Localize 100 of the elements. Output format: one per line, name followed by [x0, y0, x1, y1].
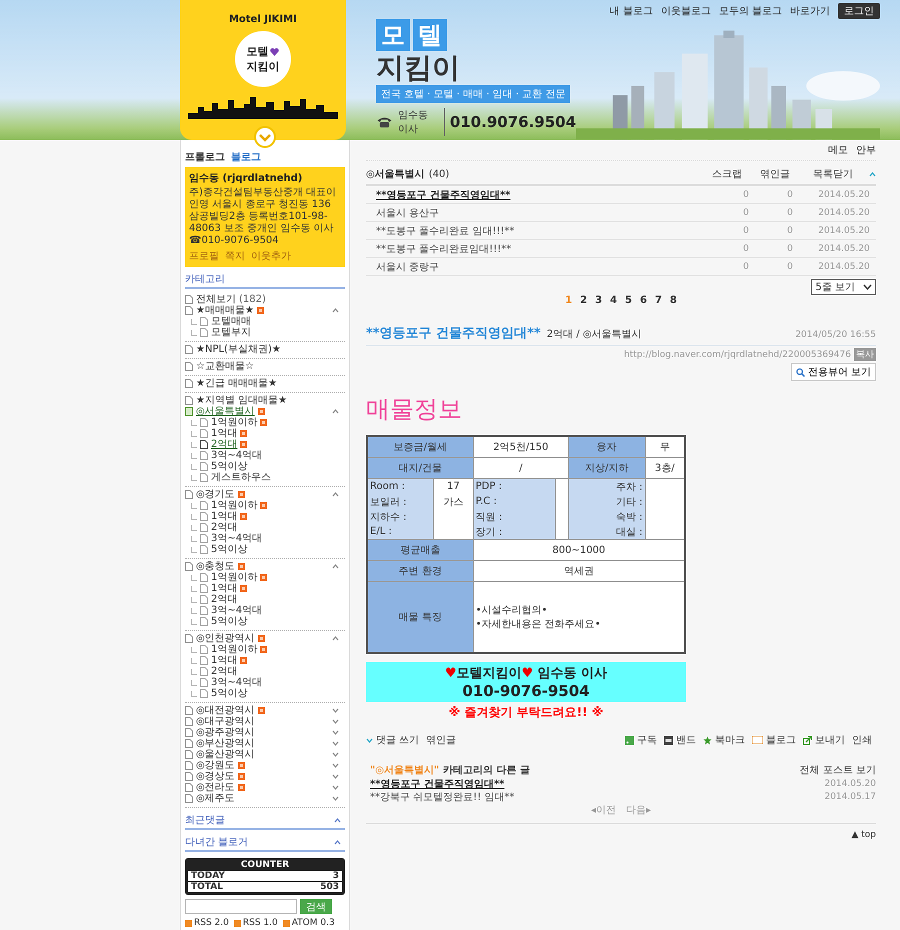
category-link[interactable]: 1억대	[211, 511, 238, 522]
profile-link[interactable]: 이웃추가	[251, 249, 291, 263]
category-link[interactable]: ◎울산광역시	[196, 749, 255, 760]
chevron-down-icon[interactable]	[332, 741, 339, 746]
category-link[interactable]: ◎제주도	[196, 793, 235, 804]
action-link[interactable]: 블로그	[766, 733, 796, 747]
action-link[interactable]: 보내기	[815, 733, 845, 747]
page-link[interactable]: 2	[580, 295, 588, 306]
category-link[interactable]: 5억이상	[211, 616, 248, 627]
category-link[interactable]: ☆교환매물☆	[196, 361, 254, 372]
chevron-up-icon[interactable]	[332, 409, 339, 414]
search-field[interactable]	[185, 899, 297, 914]
post-title-link[interactable]: **영등포구 건물주직영임대**	[370, 776, 504, 790]
category-link[interactable]: ★지역별 임대매물★	[196, 395, 288, 406]
chevron-up-icon[interactable]	[332, 492, 339, 497]
category-link[interactable]: 3억~4억대	[211, 677, 262, 688]
category-link[interactable]: ◎강원도	[196, 760, 235, 771]
category-link[interactable]: ◎부산광역시	[196, 738, 255, 749]
category-link[interactable]: ◎전라도	[196, 782, 235, 793]
chevron-down-icon[interactable]	[332, 774, 339, 779]
top-link[interactable]: 안부	[856, 143, 876, 157]
category-link[interactable]: 1억대	[211, 583, 238, 594]
category-link[interactable]: 1억원이하	[211, 417, 258, 428]
chevron-down-icon[interactable]	[332, 708, 339, 713]
profile-link[interactable]: 쪽지	[225, 249, 245, 263]
comment-link[interactable]: 엮인글	[426, 733, 456, 747]
category-link[interactable]: 1억대	[211, 428, 238, 439]
chevron-up-icon[interactable]	[334, 840, 341, 844]
comment-link[interactable]: 댓글 쓰기	[376, 733, 420, 747]
page-link[interactable]: 4	[610, 295, 617, 306]
category-link[interactable]: ◎인천광역시	[196, 633, 255, 644]
chevron-up-icon[interactable]	[332, 308, 339, 313]
top-nav-link[interactable]: 모두의 블로그	[718, 4, 782, 18]
top-link[interactable]: 메모	[828, 143, 848, 157]
chevron-down-icon[interactable]	[332, 785, 339, 790]
page-link[interactable]: 8	[670, 295, 677, 306]
viewer-button[interactable]: 전용뷰어 보기	[790, 363, 876, 381]
close-list-link[interactable]: 목록닫기	[801, 167, 865, 181]
category-link[interactable]: 2억대	[211, 594, 238, 605]
sidebar-tab[interactable]: 프롤로그	[185, 150, 225, 164]
category-link[interactable]: 2억대	[211, 439, 238, 450]
category-link[interactable]: 5억이상	[211, 461, 248, 472]
page-link[interactable]: 5	[625, 295, 632, 306]
chevron-down-icon[interactable]	[254, 126, 276, 148]
chevron-down-icon[interactable]	[332, 763, 339, 768]
category-link[interactable]: 1억대	[211, 655, 238, 666]
category-link[interactable]: 모텔매매	[211, 316, 251, 327]
top-nav-link[interactable]: 바로가기	[790, 4, 830, 18]
category-link[interactable]: 1억원이하	[211, 500, 258, 511]
top-nav-link[interactable]: 이웃블로그	[660, 4, 711, 18]
post-title-link[interactable]: **강북구 쉬모텔정완료!! 임대**	[370, 790, 514, 804]
category-link[interactable]: ◎경상도	[196, 771, 235, 782]
category-link[interactable]: ◎대구광역시	[196, 716, 255, 727]
post-title-link[interactable]: **도봉구 풀수리완료임대!!!**	[376, 242, 724, 256]
category-link[interactable]: 3억~4억대	[211, 605, 262, 616]
category-link[interactable]: ★NPL(부실채권)★	[196, 344, 281, 355]
category-link[interactable]: 5억이상	[211, 688, 248, 699]
category-link[interactable]: ◎충청도	[196, 561, 235, 572]
post-title-link[interactable]: 서울시 중랑구	[376, 260, 724, 274]
category-link[interactable]: 3억~4억대	[211, 450, 262, 461]
post-title-link[interactable]: **도봉구 풀수리완료 임대!!!**	[376, 224, 724, 238]
category-link[interactable]: 2억대	[211, 666, 238, 677]
action-link[interactable]: 인쇄	[852, 733, 872, 747]
chevron-down-icon[interactable]	[332, 719, 339, 724]
post-title-link[interactable]: **영등포구 건물주직영임대**	[376, 188, 724, 202]
category-link[interactable]: 게스트하우스	[211, 472, 271, 483]
panel-title[interactable]: 최근댓글	[185, 813, 225, 827]
chevron-up-icon[interactable]	[332, 636, 339, 641]
page-link[interactable]: 6	[640, 295, 647, 306]
category-link[interactable]: ★매매매물★	[196, 305, 254, 316]
chevron-down-icon[interactable]	[332, 730, 339, 735]
chevron-up-icon[interactable]	[334, 818, 341, 822]
category-link[interactable]: ◎광주광역시	[196, 727, 255, 738]
category-link[interactable]: ◎서울특별시	[196, 406, 255, 417]
feed-link[interactable]: ATOM 0.3	[292, 918, 335, 928]
chevron-down-icon[interactable]	[332, 752, 339, 757]
action-link[interactable]: 북마크	[715, 733, 745, 747]
feed-link[interactable]: RSS 1.0	[242, 918, 278, 928]
chevron-up-icon[interactable]	[869, 172, 876, 176]
category-link[interactable]: 1억원이하	[211, 572, 258, 583]
sidebar-tab[interactable]: 블로그	[231, 150, 261, 164]
category-link[interactable]: 1억원이하	[211, 644, 258, 655]
page-link[interactable]: 7	[654, 295, 662, 306]
category-link[interactable]: 모텔부지	[211, 327, 251, 338]
login-button[interactable]: 로그인	[838, 3, 880, 19]
category-link[interactable]: 전체보기	[196, 294, 236, 305]
chevron-up-icon[interactable]	[332, 564, 339, 569]
category-link[interactable]: 2억대	[211, 522, 238, 533]
action-link[interactable]: 구독	[637, 733, 657, 747]
action-link[interactable]: 밴드	[676, 733, 696, 747]
post-title-link[interactable]: 서울시 용산구	[376, 206, 724, 220]
category-link[interactable]: ◎경기도	[196, 489, 235, 500]
chevron-down-icon[interactable]	[332, 796, 339, 801]
top-nav-link[interactable]: 내 블로그	[610, 4, 653, 18]
category-link[interactable]: ◎대전광역시	[196, 705, 255, 716]
all-posts-link[interactable]: 전체 포스트 보기	[800, 763, 876, 777]
category-link[interactable]: 3억~4억대	[211, 533, 262, 544]
page-link[interactable]: 3	[595, 295, 602, 306]
feed-link[interactable]: RSS 2.0	[194, 918, 229, 928]
category-link[interactable]: 5억이상	[211, 544, 248, 555]
